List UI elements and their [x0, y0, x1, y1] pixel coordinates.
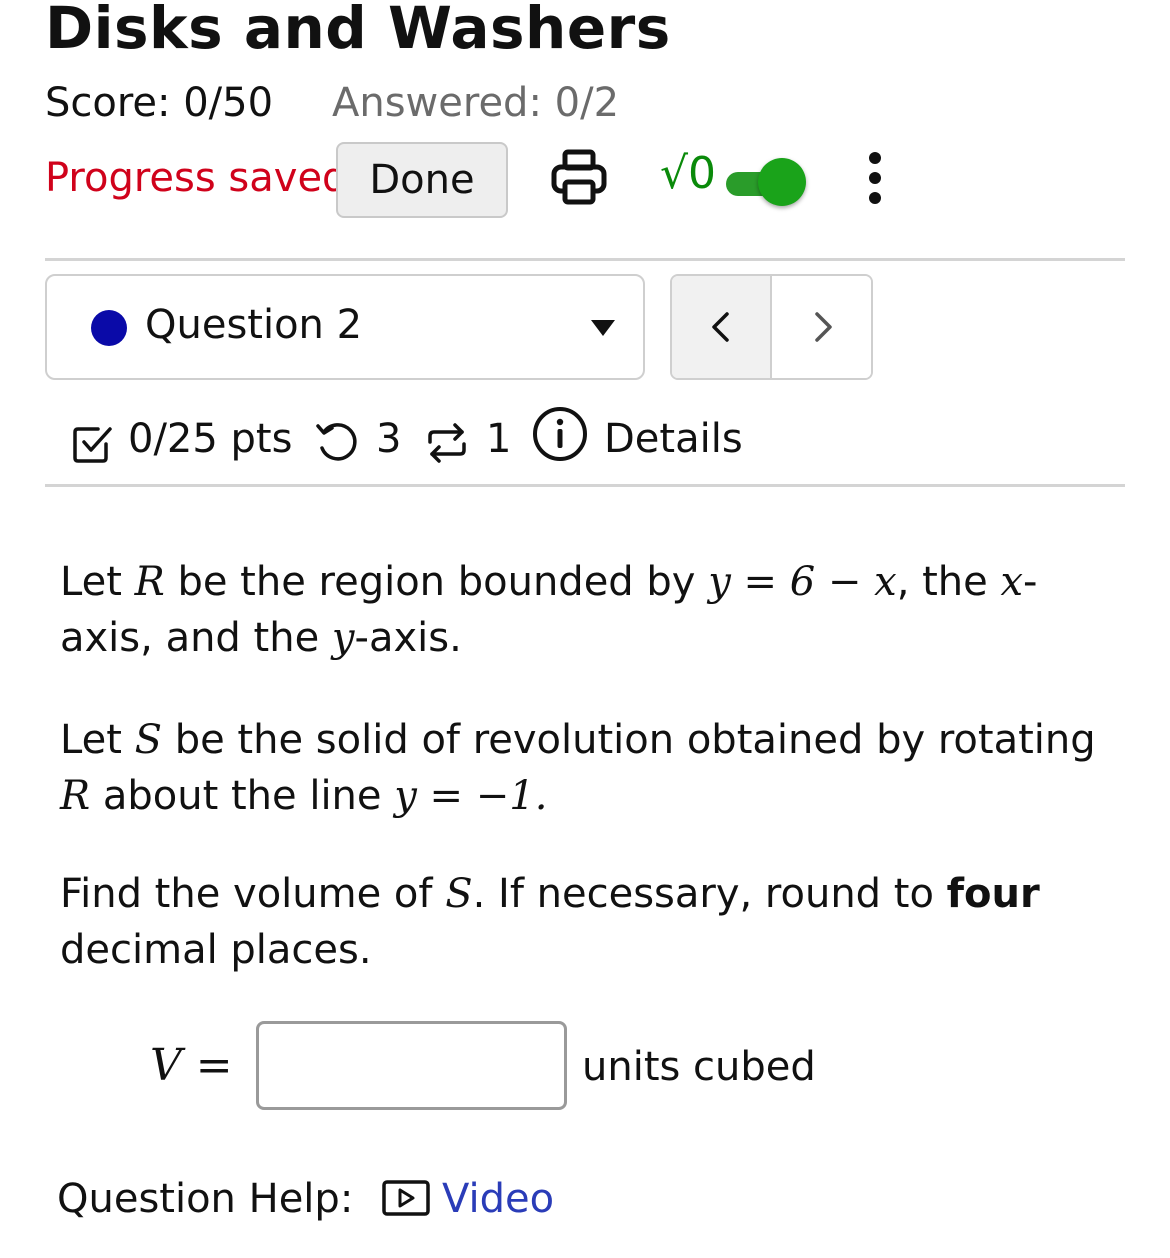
attempts-count: 1 [486, 416, 512, 462]
attempts-icon [424, 420, 470, 466]
page-title: Disks and Washers [45, 0, 671, 62]
more-options-icon[interactable] [862, 150, 888, 206]
caret-down-icon [591, 320, 615, 336]
checkbox-points-icon [72, 422, 114, 464]
done-button[interactable]: Done [336, 142, 508, 218]
problem-paragraph-1: Let R be the region bounded by y = 6 − x… [60, 559, 1038, 661]
math-toggle-knob[interactable] [758, 158, 806, 206]
points-text: 0/25 pts [128, 416, 293, 462]
retries-count: 3 [376, 416, 402, 462]
print-icon[interactable] [550, 148, 608, 206]
math-toggle-label: √0 [660, 148, 717, 199]
previous-question-button[interactable] [672, 276, 772, 378]
video-link[interactable]: Video [442, 1176, 554, 1222]
retry-icon [314, 420, 360, 464]
volume-answer-input[interactable] [256, 1021, 567, 1110]
question-select-label: Question 2 [145, 302, 363, 348]
details-link[interactable]: Details [604, 416, 743, 462]
progress-status: Progress saved [45, 155, 348, 201]
answer-label: V = [150, 1040, 233, 1091]
problem-paragraph-3: Find the volume of S. If necessary, roun… [60, 871, 1040, 973]
video-icon[interactable] [382, 1180, 430, 1216]
next-question-button[interactable] [772, 276, 871, 378]
question-help-label: Question Help: [57, 1176, 354, 1222]
info-divider [45, 484, 1125, 487]
units-label: units cubed [582, 1044, 816, 1090]
problem-paragraph-2: Let S be the solid of revolution obtaine… [60, 717, 1096, 819]
question-nav-group [670, 274, 873, 380]
header-divider [45, 258, 1125, 261]
question-select[interactable]: Question 2 [45, 274, 645, 380]
chevron-right-icon [814, 312, 832, 342]
question-status-dot [91, 310, 127, 346]
chevron-left-icon [712, 312, 729, 342]
score-text: Score: 0/50 [45, 80, 274, 126]
info-icon[interactable] [532, 406, 588, 462]
answered-text: Answered: 0/2 [332, 80, 620, 126]
